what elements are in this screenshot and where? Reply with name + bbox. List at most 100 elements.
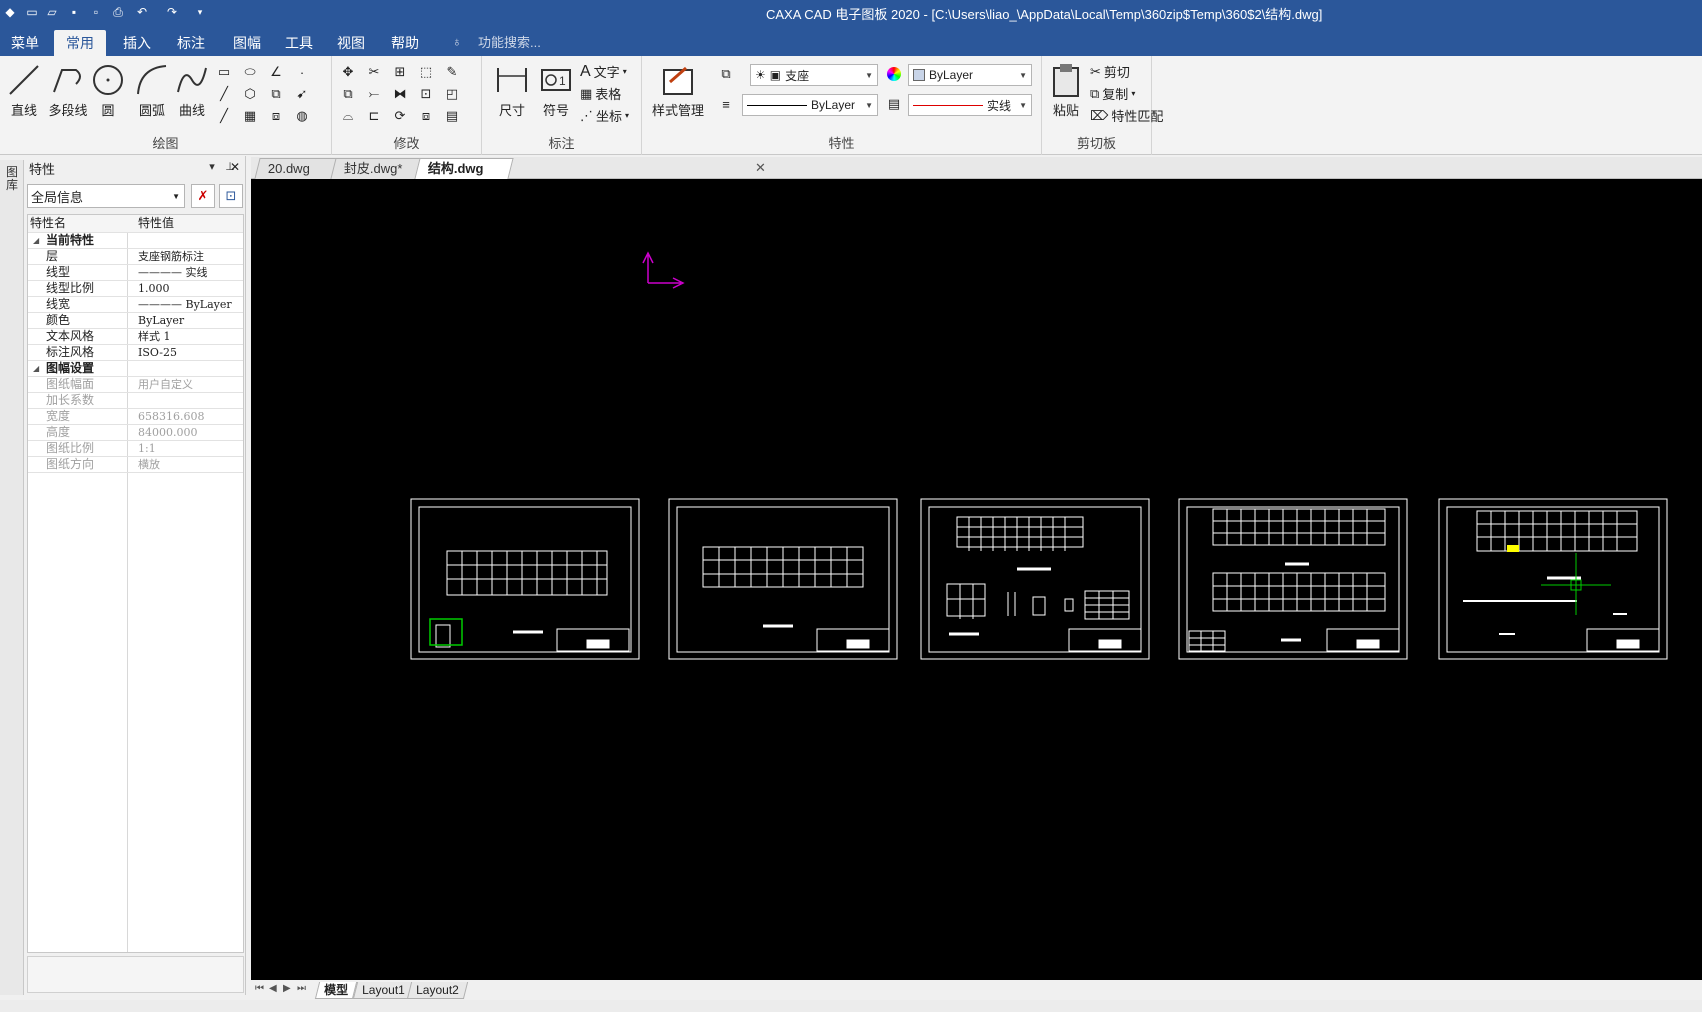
- quick-access-dropdown-icon[interactable]: ▾: [190, 2, 210, 22]
- property-row[interactable]: 文本风格 样式 1: [28, 329, 243, 345]
- rotate-icon[interactable]: ⟳: [390, 106, 410, 126]
- copy-button[interactable]: ⧉ 复制 ▾: [1090, 84, 1135, 103]
- layout-tab-model[interactable]: 模型: [314, 982, 358, 999]
- save-icon[interactable]: ▪: [64, 2, 84, 22]
- point-icon[interactable]: ·: [292, 62, 312, 82]
- app-logo-icon[interactable]: ◆: [0, 2, 20, 22]
- block-icon[interactable]: ⧈: [266, 106, 286, 126]
- linetype-dropdown[interactable]: ByLayer ▼: [742, 94, 878, 116]
- extend-icon[interactable]: ⤚: [364, 84, 384, 104]
- edit-icon[interactable]: ▤: [442, 106, 462, 126]
- property-row[interactable]: 加长系数: [28, 393, 243, 409]
- tab-menu[interactable]: 菜单: [4, 30, 46, 56]
- centerline-icon[interactable]: ╱: [214, 84, 234, 104]
- next-layout-icon[interactable]: ▶: [283, 983, 291, 994]
- region-icon[interactable]: ◍: [292, 106, 312, 126]
- tab-insert[interactable]: 插入: [116, 30, 158, 56]
- drawing-sheet-4[interactable]: [1178, 498, 1408, 660]
- tab-help[interactable]: 帮助: [384, 30, 426, 56]
- scope-dropdown[interactable]: 全局信息 ▼: [27, 184, 185, 208]
- erase-icon[interactable]: ✎: [442, 62, 462, 82]
- line-style-icon[interactable]: ▤: [884, 94, 904, 114]
- close-panel-icon[interactable]: ✕: [230, 160, 240, 174]
- angle-icon[interactable]: ∠: [266, 62, 286, 82]
- property-row[interactable]: 标注风格 ISO-25: [28, 345, 243, 361]
- layout-tab-layout1[interactable]: Layout1: [352, 982, 414, 999]
- doc-tab-structure[interactable]: 结构.dwg: [414, 158, 514, 179]
- tab-view[interactable]: 视图: [330, 30, 372, 56]
- match-properties-button[interactable]: ⌦ 特性匹配: [1090, 106, 1163, 125]
- undo-icon[interactable]: ↶: [132, 2, 152, 22]
- table-button[interactable]: ▦ 表格: [580, 84, 621, 103]
- property-row[interactable]: 图纸方向 横放: [28, 457, 243, 473]
- construction-line-icon[interactable]: ╱: [214, 106, 234, 126]
- symbol-button[interactable]: 1 符号: [534, 62, 578, 119]
- property-row[interactable]: 线型比例 1.000: [28, 281, 243, 297]
- copy-object-icon[interactable]: ⧉: [338, 84, 358, 104]
- doc-tab-cover[interactable]: 封皮.dwg*: [330, 158, 422, 179]
- quick-select-button[interactable]: ⊡: [219, 184, 243, 208]
- array-icon[interactable]: ⊞: [390, 62, 410, 82]
- drawing-sheet-1[interactable]: [410, 498, 640, 660]
- prev-layout-icon[interactable]: ◀: [269, 983, 277, 994]
- hatch-icon[interactable]: ▦: [240, 106, 260, 126]
- drawing-sheet-5[interactable]: [1438, 498, 1668, 660]
- fillet-icon[interactable]: ◰: [442, 84, 462, 104]
- line-button[interactable]: 直线: [2, 62, 46, 119]
- offset-icon[interactable]: ⧉: [266, 84, 286, 104]
- scale-icon[interactable]: ⊡: [416, 84, 436, 104]
- color-dropdown[interactable]: ByLayer ▼: [908, 64, 1032, 86]
- tab-tools[interactable]: 工具: [278, 30, 320, 56]
- panel-menu-icon[interactable]: ▾: [205, 160, 219, 176]
- property-row[interactable]: 图纸比例 1:1: [28, 441, 243, 457]
- polyline-button[interactable]: 多段线: [44, 62, 92, 119]
- property-row[interactable]: 层支座钢筋标注: [28, 249, 243, 265]
- lineweight-icon[interactable]: ≡: [716, 94, 736, 114]
- ellipse-icon[interactable]: ⬭: [240, 62, 260, 82]
- property-row[interactable]: 高度 84000.000: [28, 425, 243, 441]
- tab-sheet[interactable]: 图幅: [226, 30, 268, 56]
- clear-selection-button[interactable]: ✗: [191, 184, 215, 208]
- dimension-button[interactable]: 尺寸: [490, 62, 534, 119]
- move-icon[interactable]: ✥: [338, 62, 358, 82]
- mirror-icon[interactable]: ⧓: [390, 84, 410, 104]
- explode-icon[interactable]: ⌓: [338, 106, 358, 126]
- property-row[interactable]: 颜色 ByLayer: [28, 313, 243, 329]
- property-row[interactable]: 图纸幅面 用户自定义: [28, 377, 243, 393]
- new-file-icon[interactable]: ▭: [22, 2, 42, 22]
- property-row[interactable]: 线宽 ———— ByLayer: [28, 297, 243, 313]
- last-layout-icon[interactable]: ⏭: [297, 983, 306, 994]
- tab-annotate[interactable]: 标注: [170, 30, 212, 56]
- paste-button[interactable]: 粘贴: [1046, 62, 1086, 119]
- property-row[interactable]: 宽度 658316.608: [28, 409, 243, 425]
- layer-manager-icon[interactable]: ⧉: [716, 64, 736, 84]
- break-icon[interactable]: ⊏: [364, 106, 384, 126]
- doc-tab-20[interactable]: 20.dwg: [254, 158, 338, 179]
- text-button[interactable]: A 文字 ▾: [580, 62, 627, 81]
- print-icon[interactable]: ⎙: [108, 2, 128, 22]
- open-file-icon[interactable]: ▱: [42, 2, 62, 22]
- category-sheet[interactable]: ◢ 图幅设置: [28, 361, 243, 377]
- library-tab[interactable]: 图库: [4, 166, 20, 192]
- coord-button[interactable]: ⋰ 坐标 ▾: [580, 106, 629, 125]
- layer-dropdown[interactable]: ☀ ▣ 支座 ▼: [750, 64, 878, 86]
- align-icon[interactable]: ⧈: [416, 106, 436, 126]
- layout-tab-layout2[interactable]: Layout2: [406, 982, 468, 999]
- linestyle-dropdown[interactable]: 实线 ▼: [908, 94, 1032, 116]
- first-layout-icon[interactable]: ⏮: [255, 983, 264, 994]
- rectangle-icon[interactable]: ▭: [214, 62, 234, 82]
- category-current[interactable]: ◢ 当前特性: [28, 233, 243, 249]
- redo-icon[interactable]: ↷: [162, 2, 182, 22]
- close-tab-icon[interactable]: ✕: [755, 160, 766, 176]
- trim-icon[interactable]: ✂: [364, 62, 384, 82]
- pick-icon[interactable]: ➹: [292, 84, 312, 104]
- color-wheel-icon[interactable]: [884, 64, 904, 84]
- curve-button[interactable]: 曲线: [170, 62, 214, 119]
- save-as-icon[interactable]: ▫: [86, 2, 106, 22]
- polygon-icon[interactable]: ⬡: [240, 84, 260, 104]
- arc-button[interactable]: 圆弧: [130, 62, 174, 119]
- drawing-canvas[interactable]: [251, 179, 1702, 980]
- stretch-icon[interactable]: ⬚: [416, 62, 436, 82]
- cut-button[interactable]: ✂ 剪切: [1090, 62, 1130, 81]
- property-row[interactable]: 线型 ———— 实线: [28, 265, 243, 281]
